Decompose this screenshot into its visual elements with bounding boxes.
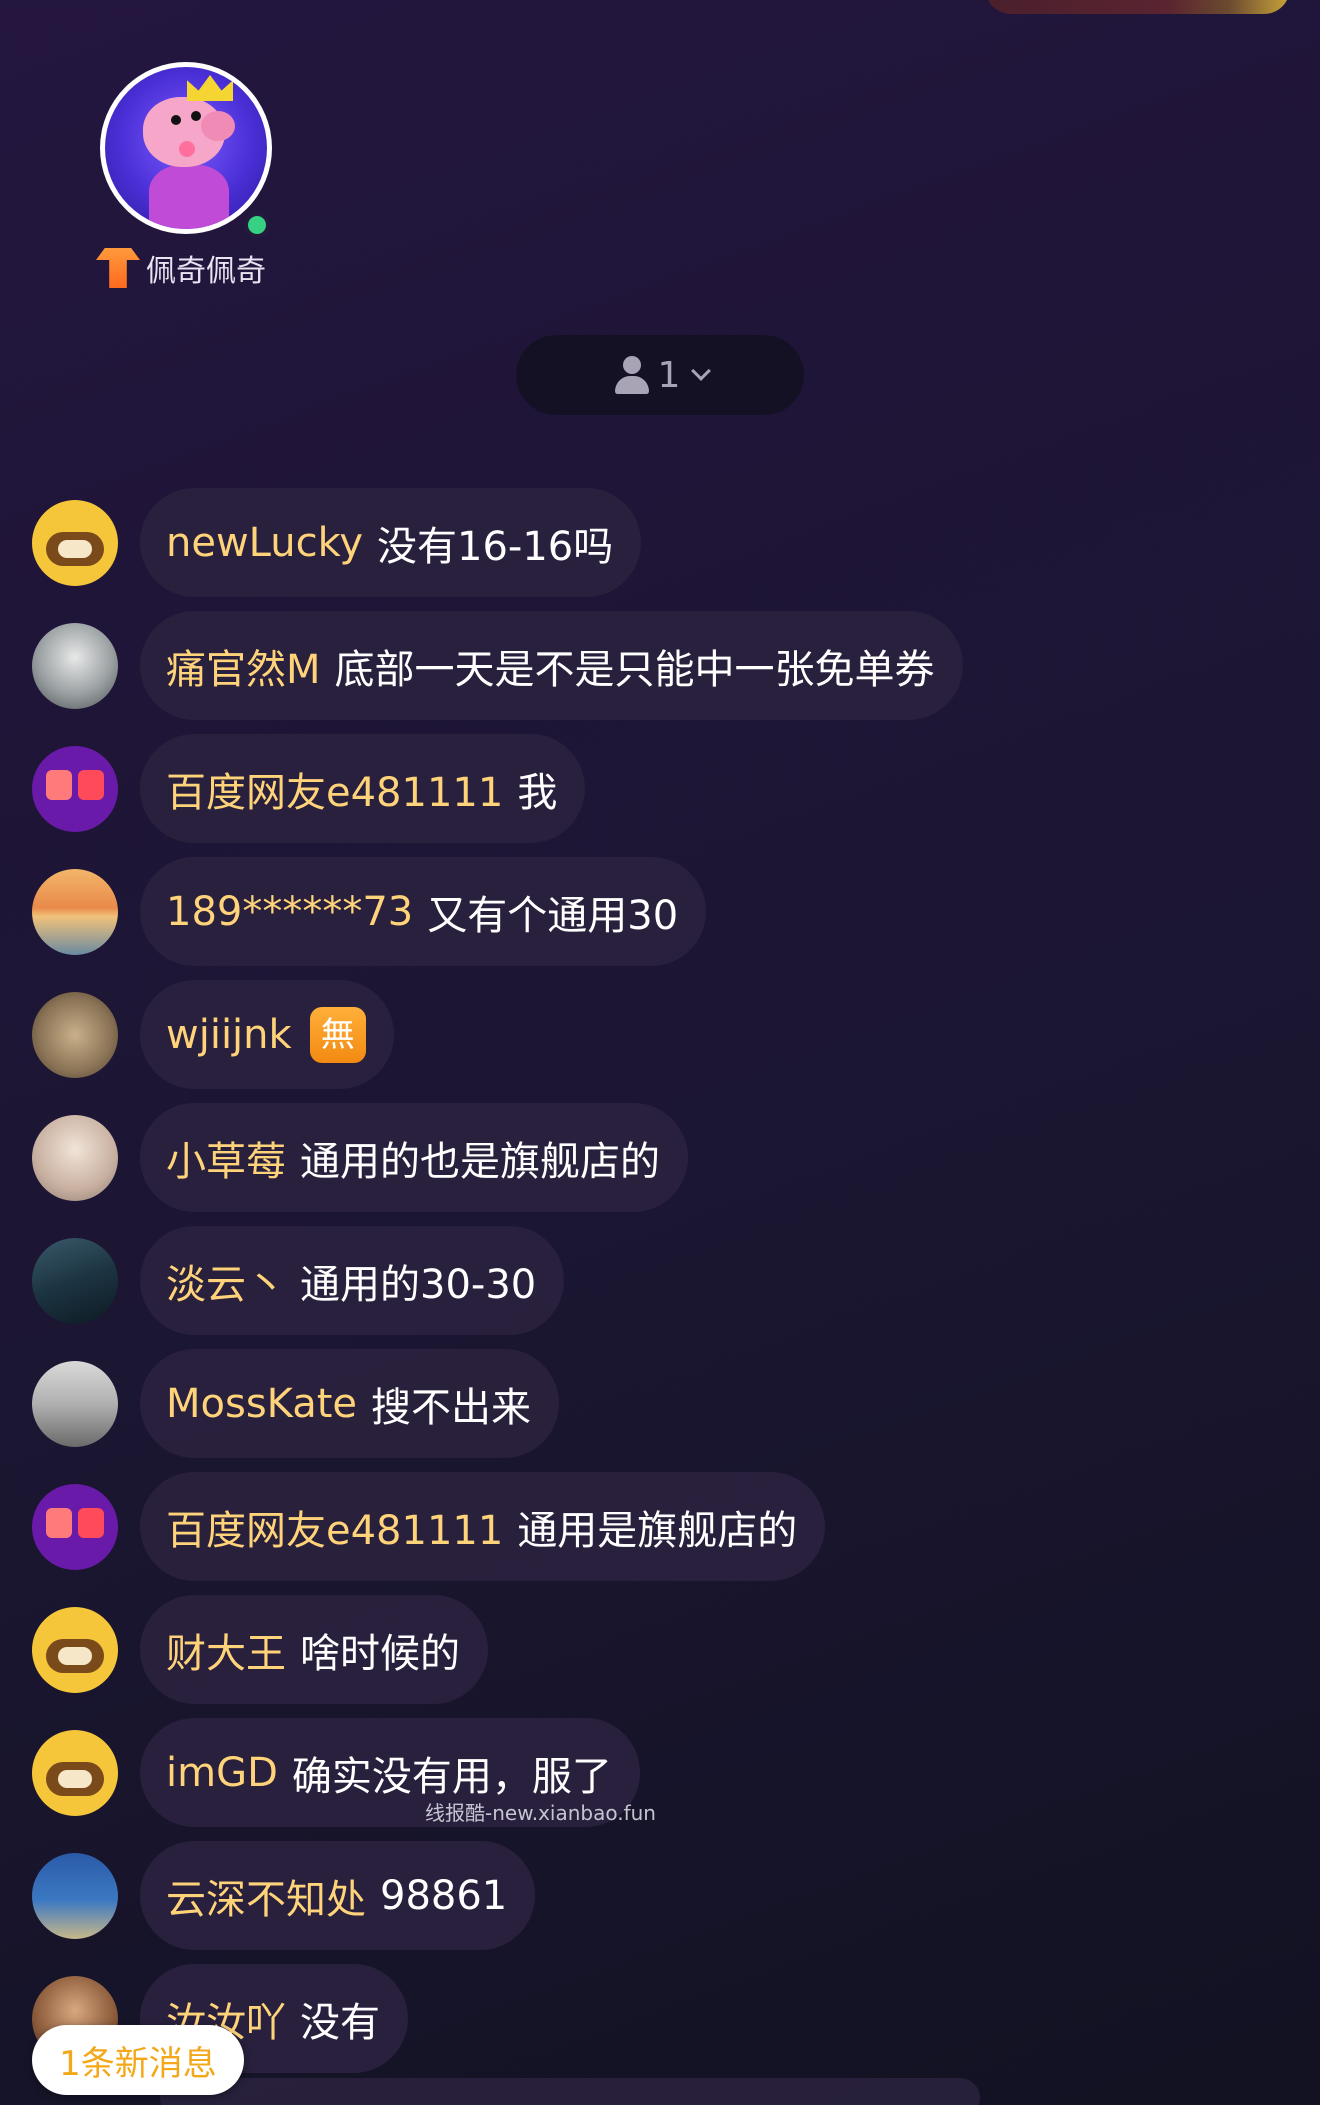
user-avatar[interactable] xyxy=(32,745,118,832)
chat-message: newLucky 没有16-16吗 xyxy=(32,481,1292,604)
partial-message-bubble xyxy=(160,2078,980,2105)
message-username[interactable]: imGD xyxy=(166,1750,278,1796)
message-text: 确实没有用，服了 xyxy=(291,1753,612,1800)
message-bubble[interactable]: 财大王 啥时候的 xyxy=(140,1595,488,1704)
message-text: 没有 xyxy=(300,1999,380,2046)
message-bubble[interactable]: newLucky 没有16-16吗 xyxy=(140,488,642,597)
host-profile[interactable]: 佩奇佩奇 xyxy=(96,62,280,290)
message-text: 底部一天是不是只能中一张免单券 xyxy=(334,646,935,693)
chat-message: 百度网友e481111 通用是旗舰店的 xyxy=(32,1465,1292,1588)
user-avatar[interactable] xyxy=(32,868,118,955)
message-text: 我 xyxy=(517,769,558,816)
message-bubble[interactable]: 痛官然M 底部一天是不是只能中一张免单券 xyxy=(140,611,963,720)
message-username[interactable]: 小草莓 xyxy=(166,1129,286,1187)
chat-message: imGD 确实没有用，服了 xyxy=(32,1711,1292,1834)
message-username[interactable]: wjiijnk xyxy=(166,1012,292,1058)
chat-message: 小草莓 通用的也是旗舰店的 xyxy=(32,1096,1292,1219)
user-avatar[interactable] xyxy=(32,991,118,1078)
user-avatar[interactable] xyxy=(32,1852,118,1939)
message-username[interactable]: 百度网友e481111 xyxy=(166,760,503,818)
message-bubble[interactable]: 小草莓 通用的也是旗舰店的 xyxy=(140,1103,688,1212)
emoji-sticker-icon: 無 xyxy=(309,1006,366,1063)
chat-message: 淡云丶 通用的30-30 xyxy=(32,1219,1292,1342)
message-username[interactable]: 痛官然M xyxy=(166,637,321,695)
viewer-count: 1 xyxy=(657,354,681,396)
chat-message: wjiijnk 無 xyxy=(32,973,1292,1096)
viewer-count-dropdown[interactable]: 1 xyxy=(516,335,804,415)
chat-message: MossKate 搜不出来 xyxy=(32,1342,1292,1465)
message-bubble[interactable]: 百度网友e481111 我 xyxy=(140,734,586,843)
message-username[interactable]: 百度网友e481111 xyxy=(166,1498,503,1556)
message-username[interactable]: 淡云丶 xyxy=(166,1252,286,1310)
message-bubble[interactable]: 189******73 又有个通用30 xyxy=(140,857,707,966)
user-avatar[interactable] xyxy=(32,1606,118,1693)
message-username[interactable]: newLucky xyxy=(166,520,363,566)
chat-message: 189******73 又有个通用30 xyxy=(32,850,1292,973)
host-name: 佩奇佩奇 xyxy=(146,254,266,289)
message-text: 98861 xyxy=(380,1872,508,1919)
chat-message: 云深不知处 98861 xyxy=(32,1834,1292,1957)
user-avatar[interactable] xyxy=(32,622,118,709)
chat-message: 财大王 啥时候的 xyxy=(32,1588,1292,1711)
host-avatar[interactable] xyxy=(100,62,272,238)
message-bubble[interactable]: wjiijnk 無 xyxy=(140,980,394,1089)
user-avatar[interactable] xyxy=(32,1114,118,1201)
message-bubble[interactable]: 淡云丶 通用的30-30 xyxy=(140,1226,565,1335)
message-text: 没有16-16吗 xyxy=(377,523,614,570)
message-username[interactable]: 189******73 xyxy=(166,889,413,935)
chat-message-list[interactable]: newLucky 没有16-16吗 痛官然M 底部一天是不是只能中一张免单券 百… xyxy=(32,481,1292,2080)
user-avatar[interactable] xyxy=(32,499,118,586)
message-text: 搜不出来 xyxy=(371,1384,531,1431)
message-bubble[interactable]: 百度网友e481111 通用是旗舰店的 xyxy=(140,1472,826,1581)
user-avatar[interactable] xyxy=(32,1237,118,1324)
message-text: 通用是旗舰店的 xyxy=(517,1507,798,1554)
online-status-dot xyxy=(244,212,270,238)
message-text: 通用的30-30 xyxy=(300,1261,537,1308)
shirt-badge-icon xyxy=(96,248,140,288)
chat-message: 百度网友e481111 我 xyxy=(32,727,1292,850)
chevron-down-icon xyxy=(691,361,712,381)
message-text: 啥时候的 xyxy=(300,1630,460,1677)
top-right-thumbnail[interactable] xyxy=(985,0,1290,14)
message-username[interactable]: 财大王 xyxy=(166,1621,286,1679)
user-avatar[interactable] xyxy=(32,1360,118,1447)
message-username[interactable]: MossKate xyxy=(166,1381,357,1427)
message-bubble[interactable]: MossKate 搜不出来 xyxy=(140,1349,559,1458)
watermark: 线报酷-new.xianbao.fun xyxy=(425,1801,656,1825)
message-bubble[interactable]: 云深不知处 98861 xyxy=(140,1841,536,1950)
user-icon xyxy=(612,355,652,395)
message-text: 通用的也是旗舰店的 xyxy=(300,1138,660,1185)
user-avatar[interactable] xyxy=(32,1729,118,1816)
chat-message: 痛官然M 底部一天是不是只能中一张免单券 xyxy=(32,604,1292,727)
message-username[interactable]: 云深不知处 xyxy=(166,1867,366,1925)
new-message-button[interactable]: 1条新消息 xyxy=(32,2025,244,2095)
user-avatar[interactable] xyxy=(32,1483,118,1570)
message-text: 又有个通用30 xyxy=(427,892,679,939)
